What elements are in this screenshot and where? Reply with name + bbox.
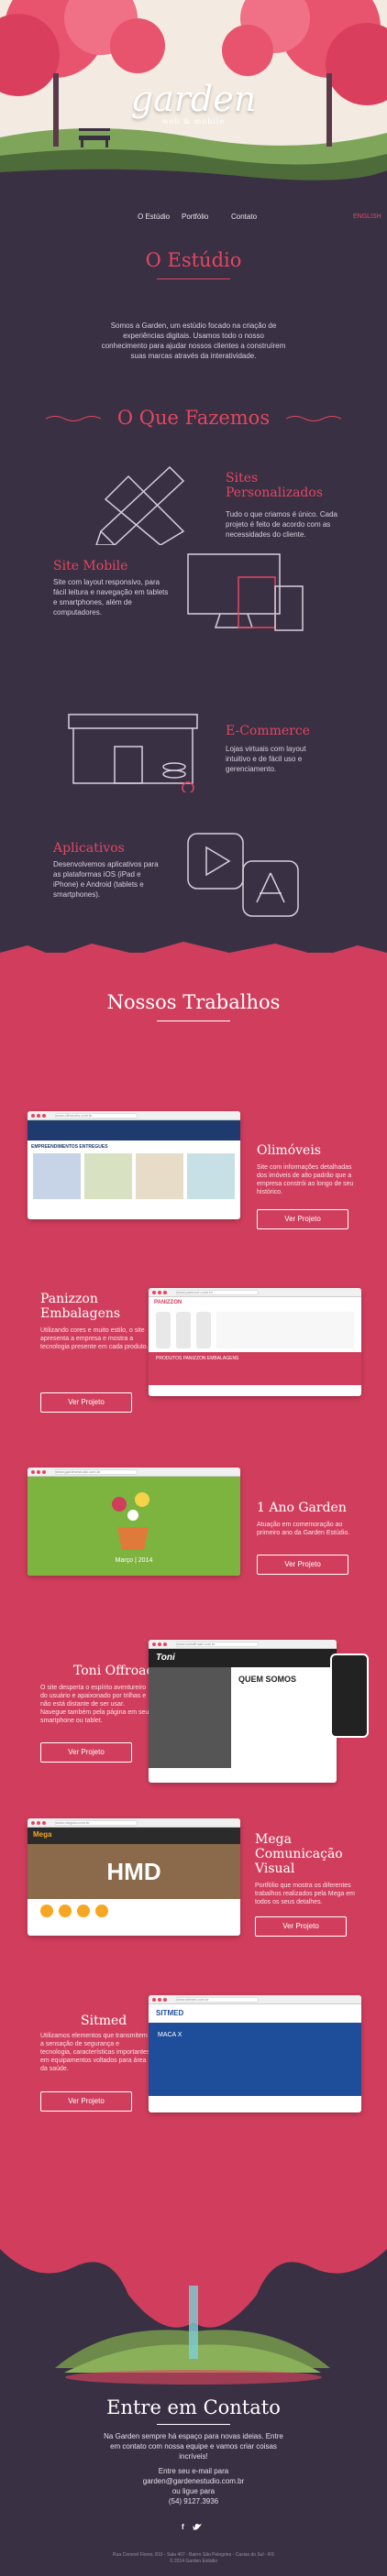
- project-1-button[interactable]: Ver Projeto: [257, 1209, 348, 1229]
- contact-email-prompt: Entre seu e-mail para: [158, 2467, 229, 2475]
- mega-brand: Mega: [28, 1828, 240, 1844]
- twitter-icon[interactable]: [193, 2524, 202, 2531]
- page: garden web & mobile O Estúdio Portfólio …: [0, 0, 387, 2576]
- service-1-title: Sites Personalizados: [226, 471, 323, 500]
- project-2-text: Utilizando cores e muito estilo, o site …: [40, 1327, 149, 1350]
- sitmed-brand: SITMED: [149, 2004, 361, 2023]
- project-5-screenshot[interactable]: www.megacv.com.br Mega HMD: [28, 1818, 240, 1936]
- footer-address: Rua Coronel Flores, 810 - Sala 407 - Bai…: [113, 2552, 274, 2558]
- garden-date: Março | 2014: [115, 1557, 153, 1564]
- contact-title: Entre em Contato: [106, 2396, 281, 2418]
- devices-icon: [187, 553, 304, 631]
- service-4-text: Desenvolvemos aplicativos para as plataf…: [53, 860, 159, 899]
- project-3-text: Atuação em comemoração ao primeiro ano d…: [257, 1522, 350, 1536]
- project-1-title: Olimóveis: [257, 1143, 321, 1158]
- sitmed-product: MACA X: [149, 2023, 361, 2096]
- social-links: f: [182, 2523, 205, 2532]
- service-1-text: Tudo o que criamos é único. Cada projeto…: [226, 510, 337, 539]
- project-5-text: Portfólio que mostra os diferentes traba…: [255, 1883, 355, 1905]
- studio-title: O Estúdio: [145, 249, 242, 271]
- project-4-button[interactable]: Ver Projeto: [40, 1742, 132, 1763]
- project-6-text: Utilizamos elementos que transmitem a se…: [40, 2033, 150, 2072]
- project-1-screenshot[interactable]: www.olimoveis.com.br EMPREENDIMENTOS ENT…: [28, 1111, 240, 1219]
- service-2-text: Site com layout responsivo, para fácil l…: [53, 578, 169, 617]
- contact-phone-prompt: ou ligue para: [171, 2487, 216, 2495]
- nav-item-portfolio[interactable]: Portfólio: [182, 213, 208, 221]
- panizzon-sub: PRODUTOS PANIZZON EMBALAGENS: [149, 1352, 361, 1385]
- project-3-title: 1 Ano Garden: [257, 1501, 347, 1515]
- nav-item-estudio[interactable]: O Estúdio: [138, 213, 170, 221]
- project-6-button[interactable]: Ver Projeto: [40, 2091, 132, 2112]
- service-4-title: Aplicativos: [53, 841, 125, 856]
- project-2-button[interactable]: Ver Projeto: [40, 1392, 132, 1413]
- phone-mockup: [330, 1654, 369, 1738]
- project-3-button[interactable]: Ver Projeto: [257, 1555, 348, 1575]
- app-store-icons: [187, 833, 299, 917]
- project-6-screenshot[interactable]: www.sitmed.com.br SITMED MACA X: [149, 1995, 361, 2112]
- contact-intro: Na Garden sempre há espaço para novas id…: [104, 2432, 283, 2461]
- mega-sign: HMD: [28, 1844, 240, 1899]
- tagline: web & mobile: [161, 117, 226, 126]
- toni-heading: QUEM SOMOS: [238, 1675, 297, 1684]
- pencil-ruler-icon: [95, 465, 185, 545]
- facebook-icon[interactable]: f: [182, 2523, 184, 2531]
- project-1-text: Site com informações detalhadas dos imóv…: [257, 1164, 354, 1195]
- contact-illustration: [0, 2231, 387, 2385]
- contact-phone[interactable]: (54) 9127.3936: [0, 2496, 387, 2506]
- olimoveis-heading: EMPREENDIMENTOS ENTREGUES: [31, 1144, 108, 1150]
- studio-divider: [157, 278, 230, 279]
- language-switch[interactable]: ENGLISH: [353, 213, 381, 220]
- toni-brand: Toni: [149, 1649, 337, 1667]
- ornament-right: [286, 416, 341, 421]
- footer-copyright: © 2014 Garden Estúdio: [169, 2559, 218, 2564]
- service-3-text: Lojas virtuais com layout intuitivo e de…: [226, 745, 306, 773]
- project-5-title: Mega Comunicação Visual: [255, 1832, 343, 1876]
- contact-email[interactable]: garden@gardenestudio.com.br: [0, 2476, 387, 2486]
- logo[interactable]: garden: [0, 79, 387, 119]
- project-3-screenshot[interactable]: www.gardenestudio.com.br Março | 2014: [28, 1468, 240, 1576]
- nav-item-contato[interactable]: Contato: [231, 213, 257, 221]
- project-5-button[interactable]: Ver Projeto: [255, 1916, 347, 1937]
- panizzon-brand: PANIZZON: [154, 1300, 182, 1305]
- hero-header: garden web & mobile: [0, 0, 387, 192]
- footer: Rua Coronel Flores, 810 - Sala 407 - Bai…: [0, 2552, 387, 2565]
- project-2-screenshot[interactable]: www.panizzon.com.br PANIZZON PRODUTOS PA…: [149, 1288, 361, 1396]
- service-2-title: Site Mobile: [53, 559, 128, 573]
- service-3-title: E-Commerce: [226, 724, 311, 738]
- project-4-screenshot[interactable]: www.tonioffroad.com.br Toni QUEM SOMOS: [149, 1640, 337, 1783]
- works-top-edge: [0, 942, 387, 980]
- project-4-text: O site desperta o espírito aventureiro d…: [40, 1685, 149, 1724]
- studio-text: Somos a Garden, um estúdio focado na cri…: [101, 322, 286, 360]
- works-title: Nossos Trabalhos: [106, 991, 281, 1013]
- store-icon: [68, 714, 198, 792]
- contact-divider: [157, 2424, 230, 2425]
- main-nav: O Estúdio Portfólio Contato ENGLISH: [0, 213, 387, 229]
